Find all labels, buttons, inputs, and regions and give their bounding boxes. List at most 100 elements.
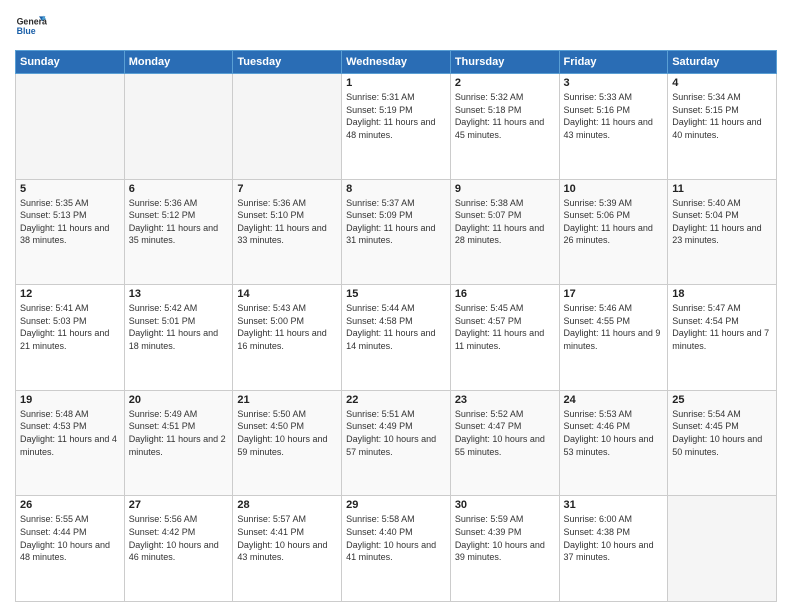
weekday-header-tuesday: Tuesday bbox=[233, 51, 342, 74]
cell-info: Sunrise: 6:00 AMSunset: 4:38 PMDaylight:… bbox=[564, 513, 664, 563]
cell-info: Sunrise: 5:36 AMSunset: 5:12 PMDaylight:… bbox=[129, 197, 229, 247]
calendar-cell: 28 Sunrise: 5:57 AMSunset: 4:41 PMDayligh… bbox=[233, 496, 342, 602]
calendar-cell: 8Sunrise: 5:37 AMSunset: 5:09 PMDaylight… bbox=[342, 179, 451, 285]
calendar-cell: 16 Sunrise: 5:45 AMSunset: 4:57 PMDayligh… bbox=[450, 285, 559, 391]
cell-info: Sunrise: 5:57 AMSunset: 4:41 PMDaylight:… bbox=[237, 513, 337, 563]
day-number: 28 bbox=[237, 499, 337, 511]
general-blue-logo-icon: General Blue bbox=[15, 10, 47, 42]
day-number: 13 bbox=[129, 288, 229, 300]
day-number: 3 bbox=[564, 77, 664, 89]
cell-info: Sunrise: 5:54 AMSunset: 4:45 PMDaylight:… bbox=[672, 408, 772, 458]
calendar-cell: 12 Sunrise: 5:41 AMSunset: 5:03 PMDayligh… bbox=[16, 285, 125, 391]
calendar-cell: 11 Sunrise: 5:40 AMSunset: 5:04 PMDayligh… bbox=[668, 179, 777, 285]
calendar-week-2: 5 Sunrise: 5:35 AMSunset: 5:13 PMDaylight… bbox=[16, 179, 777, 285]
cell-info: Sunrise: 5:50 AMSunset: 4:50 PMDaylight:… bbox=[237, 408, 337, 458]
cell-info: Sunrise: 5:37 AMSunset: 5:09 PMDaylight:… bbox=[346, 197, 446, 247]
calendar-cell: 19Sunrise: 5:48 AMSunset: 4:53 PMDayligh… bbox=[16, 390, 125, 496]
calendar-cell bbox=[16, 74, 125, 180]
calendar-cell: 22 Sunrise: 5:51 AMSunset: 4:49 PMDayligh… bbox=[342, 390, 451, 496]
cell-info: Sunrise: 5:58 AMSunset: 4:40 PMDaylight:… bbox=[346, 513, 446, 563]
cell-info: Sunrise: 5:56 AMSunset: 4:42 PMDaylight:… bbox=[129, 513, 229, 563]
cell-info: Sunrise: 5:42 AMSunset: 5:01 PMDaylight:… bbox=[129, 302, 229, 352]
weekday-header-row: SundayMondayTuesdayWednesdayThursdayFrid… bbox=[16, 51, 777, 74]
day-number: 1 bbox=[346, 77, 446, 89]
calendar-cell: 9 Sunrise: 5:38 AMSunset: 5:07 PMDaylight… bbox=[450, 179, 559, 285]
calendar-cell: 4Sunrise: 5:34 AMSunset: 5:15 PMDaylight… bbox=[668, 74, 777, 180]
calendar-cell bbox=[233, 74, 342, 180]
calendar-week-1: 1 Sunrise: 5:31 AMSunset: 5:19 PMDaylight… bbox=[16, 74, 777, 180]
calendar-cell: 20 Sunrise: 5:49 AMSunset: 4:51 PMDayligh… bbox=[124, 390, 233, 496]
cell-info: Sunrise: 5:45 AMSunset: 4:57 PMDaylight:… bbox=[455, 302, 555, 352]
calendar-cell: 18 Sunrise: 5:47 AMSunset: 4:54 PMDayligh… bbox=[668, 285, 777, 391]
day-number: 22 bbox=[346, 394, 446, 406]
day-number: 16 bbox=[455, 288, 555, 300]
calendar-cell bbox=[668, 496, 777, 602]
weekday-header-wednesday: Wednesday bbox=[342, 51, 451, 74]
cell-info: Sunrise: 5:35 AMSunset: 5:13 PMDaylight:… bbox=[20, 197, 120, 247]
calendar-cell: 3Sunrise: 5:33 AMSunset: 5:16 PMDaylight… bbox=[559, 74, 668, 180]
day-number: 25 bbox=[672, 394, 772, 406]
day-number: 6 bbox=[129, 183, 229, 195]
cell-info: Sunrise: 5:53 AMSunset: 4:46 PMDaylight:… bbox=[564, 408, 664, 458]
cell-info: Sunrise: 5:41 AMSunset: 5:03 PMDaylight:… bbox=[20, 302, 120, 352]
calendar-cell: 30 Sunrise: 5:59 AMSunset: 4:39 PMDayligh… bbox=[450, 496, 559, 602]
calendar-cell: 25 Sunrise: 5:54 AMSunset: 4:45 PMDayligh… bbox=[668, 390, 777, 496]
day-number: 15 bbox=[346, 288, 446, 300]
calendar-cell: 6 Sunrise: 5:36 AMSunset: 5:12 PMDaylight… bbox=[124, 179, 233, 285]
calendar-cell: 5 Sunrise: 5:35 AMSunset: 5:13 PMDaylight… bbox=[16, 179, 125, 285]
calendar-cell: 27 Sunrise: 5:56 AMSunset: 4:42 PMDayligh… bbox=[124, 496, 233, 602]
calendar-cell: 26Sunrise: 5:55 AMSunset: 4:44 PMDayligh… bbox=[16, 496, 125, 602]
day-number: 14 bbox=[237, 288, 337, 300]
page: General Blue SundayMondayTuesdayWednesda… bbox=[0, 0, 792, 612]
calendar-cell: 13 Sunrise: 5:42 AMSunset: 5:01 PMDayligh… bbox=[124, 285, 233, 391]
day-number: 31 bbox=[564, 499, 664, 511]
day-number: 9 bbox=[455, 183, 555, 195]
cell-info: Sunrise: 5:51 AMSunset: 4:49 PMDaylight:… bbox=[346, 408, 446, 458]
calendar-cell: 14 Sunrise: 5:43 AMSunset: 5:00 PMDayligh… bbox=[233, 285, 342, 391]
calendar-week-5: 26Sunrise: 5:55 AMSunset: 4:44 PMDayligh… bbox=[16, 496, 777, 602]
calendar-cell: 7Sunrise: 5:36 AMSunset: 5:10 PMDaylight… bbox=[233, 179, 342, 285]
day-number: 30 bbox=[455, 499, 555, 511]
day-number: 20 bbox=[129, 394, 229, 406]
cell-info: Sunrise: 5:31 AMSunset: 5:19 PMDaylight:… bbox=[346, 91, 446, 141]
calendar-cell bbox=[124, 74, 233, 180]
calendar-cell: 21 Sunrise: 5:50 AMSunset: 4:50 PMDayligh… bbox=[233, 390, 342, 496]
day-number: 27 bbox=[129, 499, 229, 511]
calendar-cell: 24 Sunrise: 5:53 AMSunset: 4:46 PMDayligh… bbox=[559, 390, 668, 496]
weekday-header-saturday: Saturday bbox=[668, 51, 777, 74]
day-number: 11 bbox=[672, 183, 772, 195]
day-number: 5 bbox=[20, 183, 120, 195]
day-number: 29 bbox=[346, 499, 446, 511]
cell-info: Sunrise: 5:40 AMSunset: 5:04 PMDaylight:… bbox=[672, 197, 772, 247]
cell-info: Sunrise: 5:38 AMSunset: 5:07 PMDaylight:… bbox=[455, 197, 555, 247]
cell-info: Sunrise: 5:43 AMSunset: 5:00 PMDaylight:… bbox=[237, 302, 337, 352]
calendar-cell: 2Sunrise: 5:32 AMSunset: 5:18 PMDaylight… bbox=[450, 74, 559, 180]
calendar-cell: 1 Sunrise: 5:31 AMSunset: 5:19 PMDaylight… bbox=[342, 74, 451, 180]
weekday-header-friday: Friday bbox=[559, 51, 668, 74]
calendar-cell: 15 Sunrise: 5:44 AMSunset: 4:58 PMDayligh… bbox=[342, 285, 451, 391]
day-number: 10 bbox=[564, 183, 664, 195]
calendar-cell: 10Sunrise: 5:39 AMSunset: 5:06 PMDayligh… bbox=[559, 179, 668, 285]
day-number: 21 bbox=[237, 394, 337, 406]
day-number: 18 bbox=[672, 288, 772, 300]
calendar-cell: 29 Sunrise: 5:58 AMSunset: 4:40 PMDayligh… bbox=[342, 496, 451, 602]
cell-info: Sunrise: 5:46 AMSunset: 4:55 PMDaylight:… bbox=[564, 302, 664, 352]
header: General Blue bbox=[15, 10, 777, 42]
day-number: 4 bbox=[672, 77, 772, 89]
cell-info: Sunrise: 5:44 AMSunset: 4:58 PMDaylight:… bbox=[346, 302, 446, 352]
weekday-header-monday: Monday bbox=[124, 51, 233, 74]
calendar-cell: 31 Sunrise: 6:00 AMSunset: 4:38 PMDayligh… bbox=[559, 496, 668, 602]
day-number: 2 bbox=[455, 77, 555, 89]
cell-info: Sunrise: 5:59 AMSunset: 4:39 PMDaylight:… bbox=[455, 513, 555, 563]
calendar-cell: 17Sunrise: 5:46 AMSunset: 4:55 PMDayligh… bbox=[559, 285, 668, 391]
weekday-header-thursday: Thursday bbox=[450, 51, 559, 74]
day-number: 26 bbox=[20, 499, 120, 511]
calendar-cell: 23Sunrise: 5:52 AMSunset: 4:47 PMDayligh… bbox=[450, 390, 559, 496]
cell-info: Sunrise: 5:48 AMSunset: 4:53 PMDaylight:… bbox=[20, 408, 120, 458]
cell-info: Sunrise: 5:47 AMSunset: 4:54 PMDaylight:… bbox=[672, 302, 772, 352]
calendar-week-4: 19Sunrise: 5:48 AMSunset: 4:53 PMDayligh… bbox=[16, 390, 777, 496]
calendar-table: SundayMondayTuesdayWednesdayThursdayFrid… bbox=[15, 50, 777, 602]
cell-info: Sunrise: 5:49 AMSunset: 4:51 PMDaylight:… bbox=[129, 408, 229, 458]
day-number: 24 bbox=[564, 394, 664, 406]
day-number: 12 bbox=[20, 288, 120, 300]
